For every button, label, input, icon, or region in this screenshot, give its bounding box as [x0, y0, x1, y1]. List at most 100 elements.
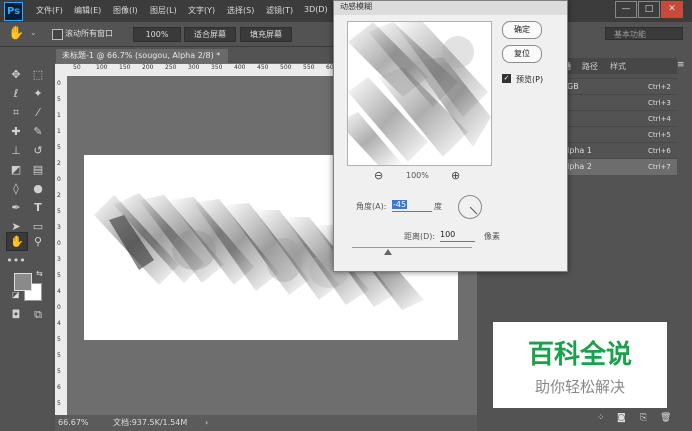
load-selection-icon[interactable]: ⁘ [597, 413, 605, 423]
default-colors-icon[interactable]: ◪ [12, 290, 20, 299]
magic-wand-icon[interactable]: ✦ [28, 85, 48, 102]
document-tab[interactable]: 未标题-1 @ 66.7% (sougou, Alpha 2/8) * × [56, 49, 228, 63]
zoom-in-icon[interactable]: ⊕ [451, 169, 460, 182]
angle-label: 角度(A): [356, 202, 387, 211]
zoom-readout[interactable]: 66.67% [58, 415, 89, 431]
hand-tool-icon[interactable]: ✋ [8, 26, 24, 41]
crop-icon[interactable]: ⌗ [6, 104, 26, 121]
scroll-all-checkbox[interactable] [52, 29, 63, 40]
status-bar: 66.67% 文档:937.5K/1.54M › [55, 415, 477, 431]
move-icon[interactable]: ✥ [6, 66, 26, 83]
ruler-tick: 500 [280, 64, 292, 71]
restore-button[interactable]: □ [638, 1, 660, 18]
clone-stamp-icon[interactable]: ⊥ [6, 142, 26, 159]
document-tab-title: 未标题-1 @ 66.7% (sougou, Alpha 2/8) * [62, 51, 221, 60]
tab-styles[interactable]: 样式 [610, 61, 626, 72]
blur-icon[interactable]: ◊ [6, 180, 26, 197]
channel-row[interactable]: GB Ctrl+2 [560, 78, 677, 95]
eyedropper-icon[interactable]: ⁄ [28, 104, 48, 121]
new-channel-icon[interactable]: ⎘ [640, 413, 647, 423]
delete-channel-icon[interactable]: 🗑 [660, 413, 671, 423]
ruler-tick: 350 [211, 64, 223, 71]
ruler-tick: 6 [57, 384, 61, 391]
hand-tool-active-icon[interactable]: ✋ [6, 232, 28, 251]
status-menu-chevron-icon[interactable]: › [205, 415, 208, 431]
menu-layer[interactable]: 图层(L) [150, 5, 177, 16]
ruler-tick: 1 [57, 112, 61, 119]
zoom-icon[interactable]: ⚲ [28, 233, 48, 250]
ruler-tick: 5 [57, 96, 61, 103]
ruler-tick: 5 [57, 208, 61, 215]
healing-brush-icon[interactable]: ✚ [6, 123, 26, 140]
ruler-tick: 5 [57, 368, 61, 375]
menu-3d[interactable]: 3D(D) [304, 5, 328, 14]
eraser-icon[interactable]: ◩ [6, 161, 26, 178]
dialog-title[interactable]: 动感模糊 [334, 1, 567, 15]
tool-preset-chevron-icon[interactable]: ⌄ [30, 28, 37, 37]
menu-file[interactable]: 文件(F) [36, 5, 63, 16]
zoom-out-icon[interactable]: ⊖ [374, 169, 383, 182]
menu-select[interactable]: 选择(S) [227, 5, 254, 16]
save-selection-icon[interactable]: ◙ [617, 413, 626, 423]
close-tab-icon[interactable]: × [227, 51, 228, 60]
ruler-tick: 5 [57, 336, 61, 343]
ruler-tick: 4 [57, 288, 61, 295]
zoom-100-button[interactable]: 100% [133, 27, 181, 42]
channel-row[interactable]: Ctrl+5 [560, 126, 677, 143]
more-tools-icon[interactable]: ••• [6, 252, 26, 269]
quick-mask-icon[interactable]: ◘ [6, 306, 26, 323]
ruler-tick: 2 [57, 160, 61, 167]
channel-row[interactable]: lpha 1 Ctrl+6 [560, 142, 677, 159]
menu-type[interactable]: 文字(Y) [188, 5, 215, 16]
document-info: 文档:937.5K/1.54M [113, 418, 188, 427]
ruler-tick: 3 [57, 256, 61, 263]
ruler-tick: 250 [165, 64, 177, 71]
type-icon[interactable]: T [28, 199, 48, 216]
tab-paths[interactable]: 路径 [582, 61, 598, 72]
brush-icon[interactable]: ✎ [28, 123, 48, 140]
distance-slider-thumb[interactable] [384, 249, 392, 255]
distance-slider-track[interactable] [352, 247, 472, 248]
ruler-tick: 0 [57, 304, 61, 311]
swap-colors-icon[interactable]: ⇆ [36, 269, 43, 278]
screen-mode-icon[interactable]: ⧉ [28, 306, 48, 323]
minimize-button[interactable]: — [615, 1, 637, 18]
panel-menu-icon[interactable]: ≡ [677, 60, 685, 70]
fill-screen-button[interactable]: 填充屏幕 [240, 27, 292, 42]
pen-icon[interactable]: ✒ [6, 199, 26, 216]
dodge-icon[interactable]: ● [28, 180, 48, 197]
marquee-icon[interactable]: ⬚ [28, 66, 48, 83]
ruler-tick: 1 [57, 128, 61, 135]
ruler-tick: 150 [119, 64, 131, 71]
preview-window[interactable] [347, 21, 492, 166]
lasso-icon[interactable]: ℓ [6, 85, 26, 102]
vertical-ruler: 0 5 1 1 5 2 0 2 5 3 0 3 5 4 0 4 5 5 5 6 … [55, 76, 67, 415]
gradient-icon[interactable]: ▤ [28, 161, 48, 178]
menu-edit[interactable]: 编辑(E) [74, 5, 101, 16]
preview-checkbox[interactable]: ✓ [502, 74, 511, 83]
reset-button[interactable]: 复位 [502, 45, 542, 63]
watermark-subtitle: 助你轻松解决 [534, 378, 625, 396]
angle-input[interactable]: -45 [392, 200, 432, 212]
channel-row[interactable]: Ctrl+3 [560, 94, 677, 111]
distance-input[interactable]: 100 [440, 230, 475, 242]
menu-filter[interactable]: 滤镜(T) [266, 5, 293, 16]
channel-row[interactable]: Ctrl+4 [560, 110, 677, 127]
ruler-tick: 5 [57, 272, 61, 279]
channel-row-selected[interactable]: lpha 2 Ctrl+7 [560, 158, 677, 175]
ruler-tick: 3 [57, 224, 61, 231]
angle-dial-needle [469, 206, 478, 215]
scroll-all-label: 滚动所有窗口 [65, 29, 113, 38]
ruler-tick: 400 [234, 64, 246, 71]
workspace-select[interactable]: 基本功能 [605, 27, 683, 40]
history-brush-icon[interactable]: ↺ [28, 142, 48, 159]
motion-blur-dialog: 动感模糊 ⊖ 100% ⊕ 确定 复位 ✓ 预览(P) 角度(A): -45 度… [333, 0, 568, 272]
close-button[interactable]: ✕ [661, 1, 683, 18]
ruler-tick: 0 [57, 240, 61, 247]
distance-unit: 像素 [484, 232, 500, 241]
angle-dial[interactable] [458, 195, 482, 219]
ok-button[interactable]: 确定 [502, 21, 542, 39]
menu-image[interactable]: 图像(I) [113, 5, 138, 16]
foreground-color-swatch[interactable] [14, 273, 32, 291]
fit-screen-button[interactable]: 适合屏幕 [184, 27, 236, 42]
